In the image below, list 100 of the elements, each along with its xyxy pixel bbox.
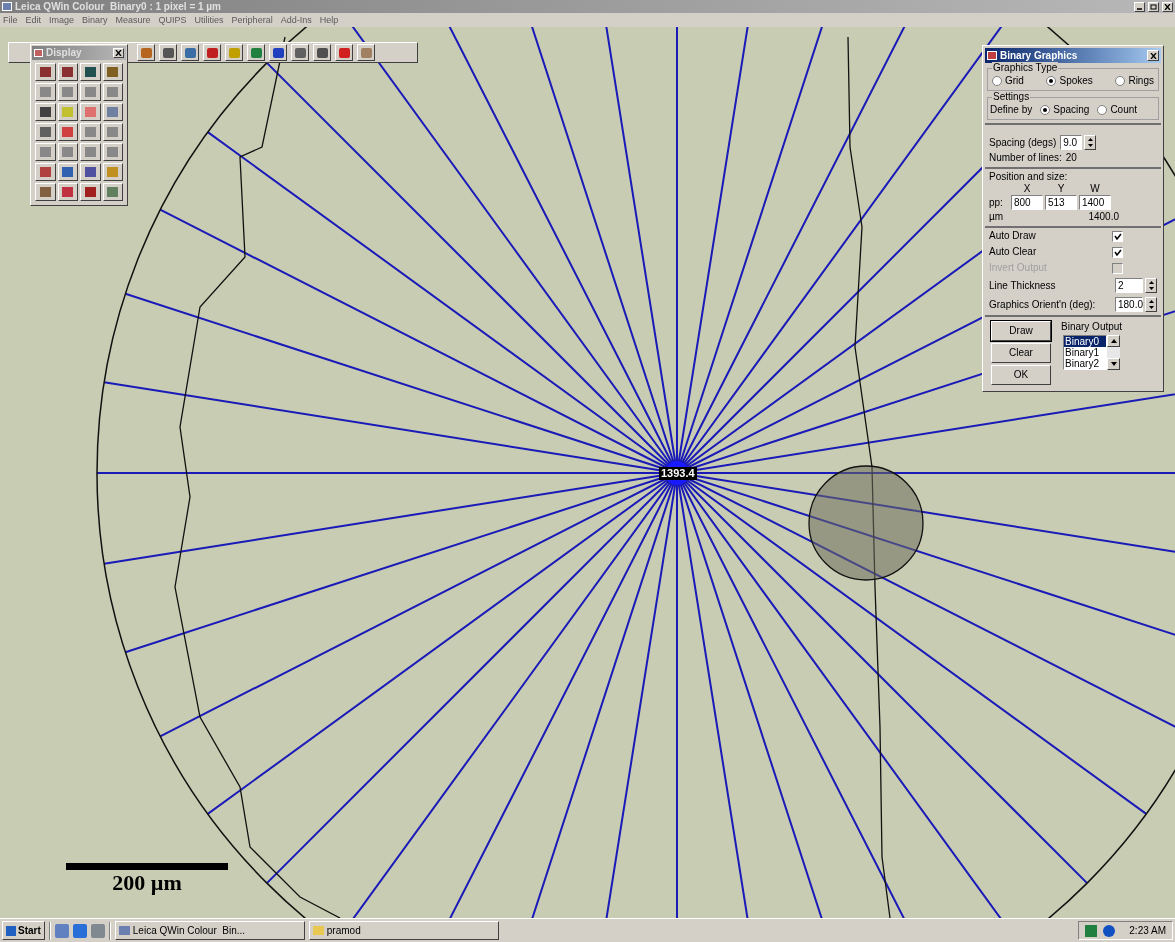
clock: 2:23 AM — [1129, 924, 1166, 938]
position-field[interactable]: 513 — [1045, 195, 1077, 210]
palette-tool-icon[interactable] — [102, 63, 123, 81]
list-item[interactable]: Binary1 — [1064, 347, 1107, 358]
line-thickness-field[interactable]: 2 — [1115, 278, 1143, 293]
palette-tool-icon[interactable] — [57, 163, 78, 181]
palette-tool-icon[interactable] — [57, 63, 78, 81]
palette-tool-icon[interactable] — [57, 123, 78, 141]
checkbox[interactable] — [1112, 246, 1123, 258]
list-item[interactable]: Binary2 — [1064, 358, 1107, 369]
palette-tool-icon[interactable] — [102, 83, 123, 101]
tool-icon[interactable] — [313, 44, 331, 61]
tool-icon[interactable] — [335, 44, 353, 61]
globe-icon[interactable] — [1103, 924, 1116, 937]
checkbox[interactable] — [1112, 230, 1123, 242]
scroll-up-icon[interactable] — [1107, 335, 1121, 347]
close-icon[interactable] — [113, 48, 124, 58]
minimize-icon[interactable] — [1134, 1, 1145, 12]
menu-item[interactable]: Image — [49, 14, 75, 26]
radio-button[interactable] — [1115, 76, 1126, 86]
radio-button[interactable] — [1040, 105, 1051, 115]
palette-icon — [34, 49, 43, 57]
palette-tool-icon[interactable] — [80, 83, 101, 101]
radio-label: Spokes — [1059, 75, 1093, 87]
measurement-label: 1393.4 — [659, 467, 697, 480]
tool-icon[interactable] — [203, 44, 221, 61]
tool-icon[interactable] — [225, 44, 243, 61]
menu-item[interactable]: Binary — [82, 14, 108, 26]
palette-tool-icon[interactable] — [80, 103, 101, 121]
binary-output-label: Binary Output — [1061, 321, 1123, 333]
tool-icon[interactable] — [181, 44, 199, 61]
menu-item[interactable]: Help — [319, 14, 339, 26]
dialog-button[interactable]: Draw — [991, 321, 1051, 341]
spinner-icon[interactable] — [1145, 297, 1157, 312]
taskbar-button[interactable]: Leica QWin Colour Bin... — [114, 921, 305, 940]
spinner-icon[interactable] — [1084, 135, 1097, 150]
spinner-icon[interactable] — [1145, 278, 1157, 293]
radio-button[interactable] — [992, 76, 1002, 86]
start-button[interactable]: Start — [2, 921, 45, 940]
tool-icon[interactable] — [137, 44, 155, 61]
group-legend: Settings — [992, 91, 1031, 103]
position-field[interactable]: 800 — [1011, 195, 1043, 210]
tool-icon[interactable] — [247, 44, 265, 61]
menu-item[interactable]: Measure — [115, 14, 151, 26]
palette-tool-icon[interactable] — [57, 83, 78, 101]
menu-item[interactable]: QUIPS — [158, 14, 187, 26]
palette-tool-icon[interactable] — [35, 83, 56, 101]
scale-bar-label: 200 µm — [112, 870, 182, 896]
orientation-label: Graphics Orient'n (deg): — [989, 298, 1096, 311]
palette-tool-icon[interactable] — [35, 143, 56, 161]
radio-button[interactable] — [1046, 76, 1057, 86]
menu-item[interactable]: Peripheral — [231, 14, 273, 26]
tool-icon[interactable] — [159, 44, 177, 61]
quick-launch-icon[interactable] — [54, 923, 69, 938]
unit-label: µm — [989, 211, 1004, 223]
line-thickness-label: Line Thickness — [989, 279, 1056, 292]
palette-tool-icon[interactable] — [35, 163, 56, 181]
menu-item[interactable]: Edit — [25, 14, 42, 26]
close-icon[interactable] — [1147, 50, 1159, 61]
palette-tool-icon[interactable] — [80, 143, 101, 161]
palette-tool-icon[interactable] — [80, 163, 101, 181]
palette-tool-icon[interactable] — [35, 63, 56, 81]
menu-item[interactable]: Utilities — [194, 14, 224, 26]
palette-title: Display — [46, 47, 83, 59]
palette-tool-icon[interactable] — [35, 123, 56, 141]
palette-tool-icon[interactable] — [102, 183, 123, 201]
palette-tool-icon[interactable] — [102, 123, 123, 141]
dialog-button[interactable]: Clear — [991, 343, 1051, 363]
close-icon[interactable] — [1162, 1, 1173, 12]
position-field[interactable]: 1400 — [1079, 195, 1111, 210]
tool-icon[interactable] — [291, 44, 309, 61]
palette-tool-icon[interactable] — [102, 103, 123, 121]
palette-tool-icon[interactable] — [102, 143, 123, 161]
palette-tool-icon[interactable] — [80, 123, 101, 141]
dialog-button[interactable]: OK — [991, 365, 1051, 385]
palette-tool-icon[interactable] — [35, 103, 56, 121]
palette-tool-icon[interactable] — [80, 63, 101, 81]
menu-item[interactable]: File — [3, 14, 18, 26]
column-heading: X — [1022, 183, 1032, 195]
menu-item[interactable]: Add-Ins — [280, 14, 312, 26]
palette-tool-icon[interactable] — [57, 143, 78, 161]
radio-label: Spacing — [1053, 104, 1090, 116]
palette-tool-icon[interactable] — [102, 163, 123, 181]
radio-label: Grid — [1005, 75, 1024, 87]
radio-button[interactable] — [1097, 105, 1108, 115]
scroll-down-icon[interactable] — [1107, 358, 1121, 370]
palette-tool-icon[interactable] — [57, 103, 78, 121]
tool-icon[interactable] — [357, 44, 375, 61]
quick-launch-icon[interactable] — [72, 923, 87, 938]
tool-icon[interactable] — [269, 44, 287, 61]
palette-tool-icon[interactable] — [80, 183, 101, 201]
taskbar-button[interactable]: pramod — [308, 921, 499, 940]
maximize-icon[interactable] — [1148, 1, 1159, 12]
palette-tool-icon[interactable] — [57, 183, 78, 201]
network-icon[interactable] — [1085, 924, 1098, 937]
dialog-title: Binary Graphics — [1000, 49, 1079, 62]
palette-tool-icon[interactable] — [35, 183, 56, 201]
list-item[interactable]: Binary0 — [1064, 336, 1107, 347]
orientation-field[interactable]: 180.0 — [1115, 297, 1143, 312]
spacing-field[interactable]: 9.0 — [1060, 135, 1083, 150]
